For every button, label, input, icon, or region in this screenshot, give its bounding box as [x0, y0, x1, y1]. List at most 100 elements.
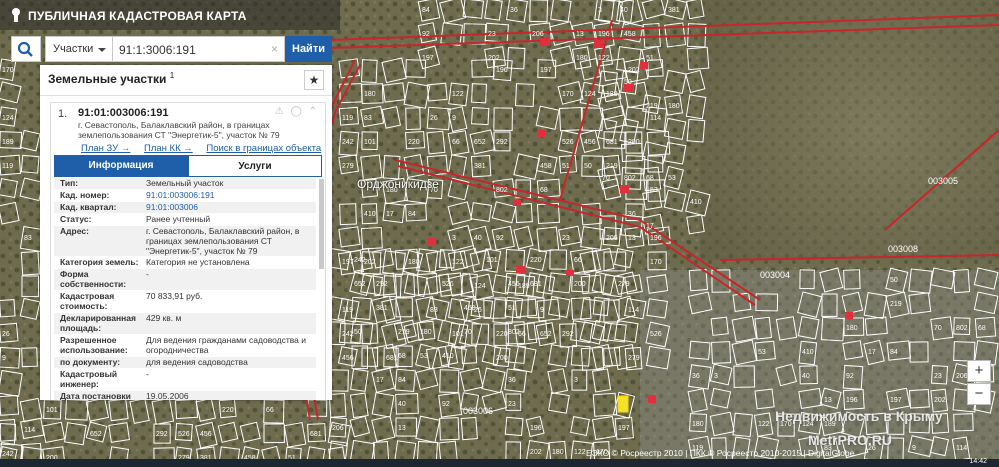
- panel-title: Земельные участки 1: [48, 71, 174, 86]
- favorite-star-icon[interactable]: ★: [304, 70, 324, 90]
- attribute-value: Категория не установлена: [146, 257, 250, 267]
- zoom-in-button[interactable]: +: [967, 360, 991, 382]
- parcel-number: 50: [584, 163, 592, 170]
- attribute-key: Дата постановки: [60, 391, 131, 400]
- parcel-number: 68: [978, 325, 986, 332]
- attribute-value[interactable]: 91:01:003006: [146, 202, 314, 212]
- parcel-number: 410: [364, 211, 376, 218]
- parcel-number: 410: [442, 353, 454, 360]
- parcel-number: 92: [422, 31, 430, 38]
- attribute-key: Статус:: [60, 214, 92, 224]
- parcel-number: 219: [606, 163, 618, 170]
- parcel-number: 53: [650, 187, 658, 194]
- tab-information[interactable]: Информация: [54, 155, 188, 177]
- attribute-key: Форма собственности:: [60, 269, 127, 289]
- attribute-row: Статус: Ранее учтенный: [54, 214, 316, 226]
- parcel-number: 68: [540, 187, 548, 194]
- parcel-number: 9: [452, 115, 456, 122]
- parcel-number: 26: [430, 115, 438, 122]
- parcel-number: 9: [2, 355, 6, 362]
- parcel-number: 410: [802, 349, 814, 356]
- attribute-row: Кадастровая стоимость: 70 833,91 руб.: [54, 291, 316, 313]
- parcel-number: 197: [540, 67, 552, 74]
- divider: [40, 95, 332, 96]
- parcel-number: 802: [624, 175, 636, 182]
- attribute-row: Форма собственности: -: [54, 269, 316, 291]
- parcel-number: 242: [2, 451, 14, 458]
- parcel-number: 40: [474, 235, 482, 242]
- parcel-number: 68: [398, 353, 406, 360]
- selected-parcel[interactable]: [617, 395, 629, 413]
- attribute-row: по документу: для ведения садоводства: [54, 357, 316, 369]
- parcel-number: 36: [628, 211, 636, 218]
- card-action-icons[interactable]: ⚠ ◯ ⌃: [275, 106, 319, 117]
- parcel-number: 189: [518, 283, 530, 290]
- parcel-number: 292: [496, 139, 508, 146]
- parcel-number: 50: [354, 329, 362, 336]
- attribute-key: по документу:: [60, 357, 121, 367]
- parcel-number: 36: [508, 377, 516, 384]
- parcel-number: 219: [398, 329, 410, 336]
- parcel-number: 50: [624, 79, 632, 86]
- parcel-number: 242: [354, 257, 366, 264]
- parcel-number: 200: [574, 281, 586, 288]
- parcel-number: 84: [422, 7, 430, 14]
- card-tabs: Информация Услуги: [54, 155, 322, 177]
- parcel-number: 220: [530, 257, 542, 264]
- cadastre-logo-icon: [12, 8, 20, 22]
- parcel-number: 197: [618, 425, 630, 432]
- parcel-number: 70: [602, 175, 610, 182]
- parcel-number: 458: [624, 31, 636, 38]
- watermark-line2: MetrPRO.RU: [808, 432, 893, 448]
- scrollbar[interactable]: [319, 179, 324, 269]
- attribute-value: 19.05.2006: [146, 391, 189, 400]
- parcel-number: 206: [606, 235, 618, 242]
- parcel-number: 13: [824, 397, 832, 404]
- plan-zu-link[interactable]: План ЗУ →: [81, 143, 130, 154]
- app-header: ПУБЛИЧНАЯ КАДАСТРОВАЯ КАРТА: [0, 0, 340, 30]
- object-type-select[interactable]: Участки: [45, 36, 113, 62]
- find-button[interactable]: Найти: [285, 36, 332, 62]
- clear-icon[interactable]: ×: [271, 42, 278, 56]
- attribute-value[interactable]: 91:01:003006:191: [146, 190, 314, 200]
- parcel-number: 292: [156, 431, 168, 438]
- parcel-number: 92: [846, 373, 854, 380]
- attribute-key: Кадастровая стоимость:: [60, 291, 115, 311]
- parcel-number: 802: [956, 325, 968, 332]
- parcel-number: 458: [464, 305, 476, 312]
- parcel-number: 83: [24, 235, 32, 242]
- quarter-label: 003005: [928, 176, 959, 186]
- parcel-number: 200: [496, 355, 508, 362]
- tab-services[interactable]: Услуги: [188, 155, 322, 177]
- parcel-number: 526: [562, 139, 574, 146]
- attribute-value: г. Севастополь, Балаклавский район, в гр…: [146, 226, 300, 256]
- attribute-row: Кад. номер: 91:01:003006:191: [54, 190, 316, 202]
- search-query-value: 91:1:3006:191: [119, 43, 196, 57]
- parcel-number: 381: [668, 7, 680, 14]
- cadastral-number[interactable]: 91:01:003006:191: [78, 107, 169, 119]
- plan-kk-link[interactable]: План КК →: [144, 143, 193, 154]
- zoom-out-button[interactable]: −: [967, 383, 991, 405]
- parcel-number: 122: [452, 259, 464, 266]
- parcel-number: 66: [266, 407, 274, 414]
- search-icon[interactable]: [11, 36, 41, 62]
- parcel-number: 219: [890, 301, 902, 308]
- parcel-number: 180: [552, 449, 564, 456]
- parcel-number: 17: [868, 349, 876, 356]
- quarter-label: 003008: [888, 244, 919, 254]
- parcel-number: 122: [598, 55, 610, 62]
- parcel-number: 124: [474, 283, 486, 290]
- parcel-number: 202: [488, 55, 500, 62]
- parcel-number: 13: [398, 425, 406, 432]
- parcel-number: 292: [376, 281, 388, 288]
- parcel-number: 23: [508, 401, 516, 408]
- search-input[interactable]: 91:1:3006:191 ×: [113, 36, 285, 62]
- parcel-number: 456: [584, 139, 596, 146]
- parcel-number: 279: [628, 355, 640, 362]
- parcel-number: 200: [628, 139, 640, 146]
- attribute-row: Декларированная площадь: 429 кв. м: [54, 313, 316, 335]
- parcel-number: 84: [398, 377, 406, 384]
- parcel-number: 652: [540, 331, 552, 338]
- parcel-number: 84: [890, 349, 898, 356]
- parcel-number: 381: [376, 305, 388, 312]
